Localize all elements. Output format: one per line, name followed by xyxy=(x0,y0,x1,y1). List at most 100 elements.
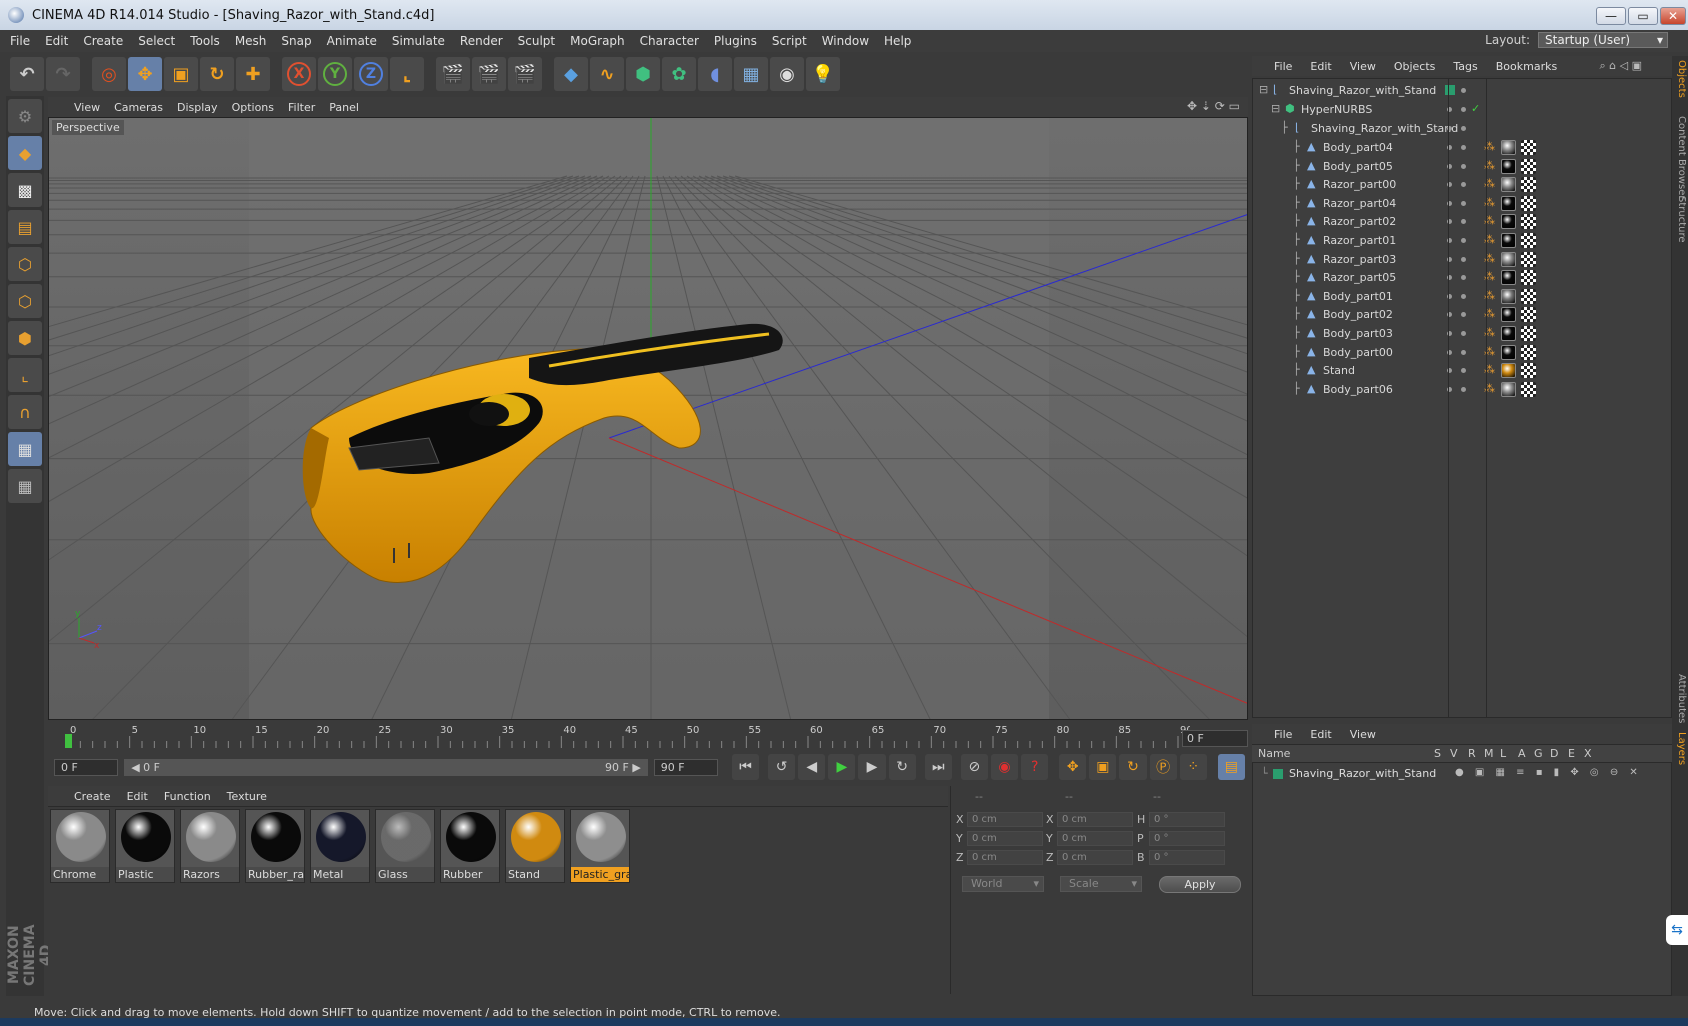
layer-swatch[interactable] xyxy=(1445,85,1455,95)
deformer-button[interactable]: ◖ xyxy=(698,57,732,91)
material-rubber_raz[interactable]: Rubber_raz xyxy=(245,809,305,883)
coord-value-field[interactable]: 0 cm xyxy=(967,831,1043,846)
spline-button[interactable]: ∿ xyxy=(590,57,624,91)
texture-tag-icon[interactable] xyxy=(1521,251,1536,267)
menu-animate[interactable]: Animate xyxy=(327,34,377,48)
coord-value-field[interactable]: 0 cm xyxy=(1057,850,1133,865)
end-frame-field[interactable]: 90 F xyxy=(653,758,718,776)
object-row[interactable]: ├ ▲ Razor_part00 ⁂ xyxy=(1253,175,1671,195)
texture-tag-icon[interactable] xyxy=(1521,177,1536,193)
coord-value-field[interactable]: 0 cm xyxy=(967,812,1043,827)
expand-toggle-icon[interactable]: ⊟ xyxy=(1259,84,1271,96)
frame-range-slider[interactable]: ◀ 0 F 90 F ▶ xyxy=(124,758,648,776)
record-point-level-button[interactable]: ⁘ xyxy=(1179,754,1207,780)
material-tag-icon[interactable] xyxy=(1501,214,1516,230)
coord-value-field[interactable]: 0 ° xyxy=(1149,850,1225,865)
material-tag-icon[interactable] xyxy=(1501,177,1516,193)
previous-key-button[interactable]: ↺ xyxy=(768,754,796,780)
side-tab-layers[interactable]: Layers xyxy=(1673,732,1687,765)
menu-select[interactable]: Select xyxy=(138,34,175,48)
object-name[interactable]: Razor_part03 xyxy=(1323,253,1396,266)
material-stand[interactable]: Stand xyxy=(505,809,565,883)
viewport-menu-options[interactable]: Options xyxy=(232,101,274,114)
object-name[interactable]: Shaving_Razor_with_Stand xyxy=(1289,84,1436,97)
layer-column-name[interactable]: Name xyxy=(1258,747,1290,760)
teamviewer-icon[interactable]: ⇆ xyxy=(1666,915,1688,945)
go-to-start-button[interactable]: ⏮ xyxy=(731,754,760,780)
object-name[interactable]: Stand xyxy=(1323,364,1355,377)
material-plastic[interactable]: Plastic xyxy=(115,809,175,883)
object-row[interactable]: ├ ▲ Razor_part03 ⁂ xyxy=(1253,250,1671,270)
rotate-tool-button[interactable]: ↻ xyxy=(200,57,234,91)
object-name[interactable]: HyperNURBS xyxy=(1301,103,1372,116)
render-visibility-dot[interactable] xyxy=(1461,386,1466,392)
object-name[interactable]: Body_part05 xyxy=(1323,160,1393,173)
apply-button[interactable]: Apply xyxy=(1159,876,1241,893)
material-tag-icon[interactable] xyxy=(1501,251,1516,267)
polygons-mode-button[interactable]: ⬢ xyxy=(8,321,42,355)
texture-tag-icon[interactable] xyxy=(1521,288,1536,304)
nurbs-button[interactable]: ⬢ xyxy=(626,57,660,91)
object-row[interactable]: ├ ▲ Stand ⁂ xyxy=(1253,361,1671,381)
texture-mode-button[interactable]: ▩ xyxy=(8,173,42,207)
viewport-menu-cameras[interactable]: Cameras xyxy=(114,101,163,114)
layer-name[interactable]: Shaving_Razor_with_Stand xyxy=(1289,767,1436,780)
z-axis-button[interactable]: Z xyxy=(354,57,388,91)
object-row[interactable]: ├ ▲ Razor_part02 ⁂ xyxy=(1253,212,1671,232)
material-tag-icon[interactable] xyxy=(1501,140,1516,155)
current-frame-field[interactable]: 0 F xyxy=(1182,730,1248,747)
render-visibility-dot[interactable] xyxy=(1461,107,1466,112)
material-metal[interactable]: Metal xyxy=(310,809,370,883)
keyframe-selection-button[interactable]: ? xyxy=(1021,754,1049,780)
layer-flag-icons[interactable]: ● ▣ ▦ ≡ ▪ ▮ ✥ ◎ ⊖ ✕ xyxy=(1455,767,1642,778)
material-tag-icon[interactable] xyxy=(1501,363,1516,379)
render-visibility-dot[interactable] xyxy=(1461,275,1466,281)
layout-dropdown[interactable]: Startup (User) ▾ xyxy=(1538,32,1668,48)
object-row[interactable]: ├ ▲ Body_part03 ⁂ xyxy=(1253,324,1671,344)
layer-menu-view[interactable]: View xyxy=(1350,728,1376,741)
menu-create[interactable]: Create xyxy=(83,34,123,48)
material-tag-icon[interactable] xyxy=(1501,288,1516,304)
timeline-ruler[interactable]: 051015202530354045505560657075808590 xyxy=(48,722,1248,750)
render-visibility-dot[interactable] xyxy=(1461,145,1466,150)
menu-window[interactable]: Window xyxy=(822,34,869,48)
object-row[interactable]: ├ ▲ Razor_part05 ⁂ xyxy=(1253,268,1671,288)
coordinate-system-button[interactable]: ⌞ xyxy=(390,57,424,91)
object-row[interactable]: ├ ▲ Razor_part01 ⁂ xyxy=(1253,231,1671,251)
render-visibility-dot[interactable] xyxy=(1461,88,1466,93)
object-name[interactable]: Body_part03 xyxy=(1323,327,1393,340)
play-button[interactable]: ▶ xyxy=(828,754,856,780)
layer-column-r[interactable]: R xyxy=(1468,747,1476,760)
light-button[interactable]: 💡 xyxy=(806,57,840,91)
render-visibility-dot[interactable] xyxy=(1461,349,1466,355)
snap-button[interactable]: ∩ xyxy=(8,395,42,429)
layer-column-l[interactable]: L xyxy=(1500,747,1506,760)
object-row[interactable]: ├ ▲ Body_part06 ⁂ xyxy=(1253,380,1671,400)
planar-workplane-button[interactable]: ▦ xyxy=(8,469,42,503)
menu-edit[interactable]: Edit xyxy=(45,34,68,48)
edges-mode-button[interactable]: ⬡ xyxy=(8,284,42,318)
layer-column-d[interactable]: D xyxy=(1550,747,1558,760)
render-view-button[interactable]: 🎬 xyxy=(436,57,470,91)
layer-menu-file[interactable]: File xyxy=(1274,728,1292,741)
playhead[interactable] xyxy=(65,734,72,748)
maximize-button[interactable]: ▭ xyxy=(1628,7,1658,25)
texture-tag-icon[interactable] xyxy=(1521,307,1536,323)
render-visibility-dot[interactable] xyxy=(1461,219,1466,225)
record-active-button[interactable]: ⊘ xyxy=(960,754,988,780)
texture-tag-icon[interactable] xyxy=(1521,195,1536,211)
side-tab-objects[interactable]: Objects xyxy=(1673,60,1687,98)
object-name[interactable]: Body_part01 xyxy=(1323,290,1393,303)
menu-simulate[interactable]: Simulate xyxy=(392,34,445,48)
render-picture-viewer-button[interactable]: 🎬 xyxy=(472,57,506,91)
object-name[interactable]: Razor_part02 xyxy=(1323,215,1396,228)
material-tag-icon[interactable] xyxy=(1501,344,1516,360)
object-menu-bookmarks[interactable]: Bookmarks xyxy=(1496,60,1557,73)
render-visibility-dot[interactable] xyxy=(1461,312,1466,318)
object-menu-objects[interactable]: Objects xyxy=(1394,60,1436,73)
object-menu-tags[interactable]: Tags xyxy=(1453,60,1477,73)
coord-value-field[interactable]: 0 ° xyxy=(1149,812,1225,827)
model-mode-button[interactable]: ◆ xyxy=(8,136,42,170)
material-menu-texture[interactable]: Texture xyxy=(227,790,267,803)
material-plastic_gra[interactable]: Plastic_gra xyxy=(570,809,630,883)
